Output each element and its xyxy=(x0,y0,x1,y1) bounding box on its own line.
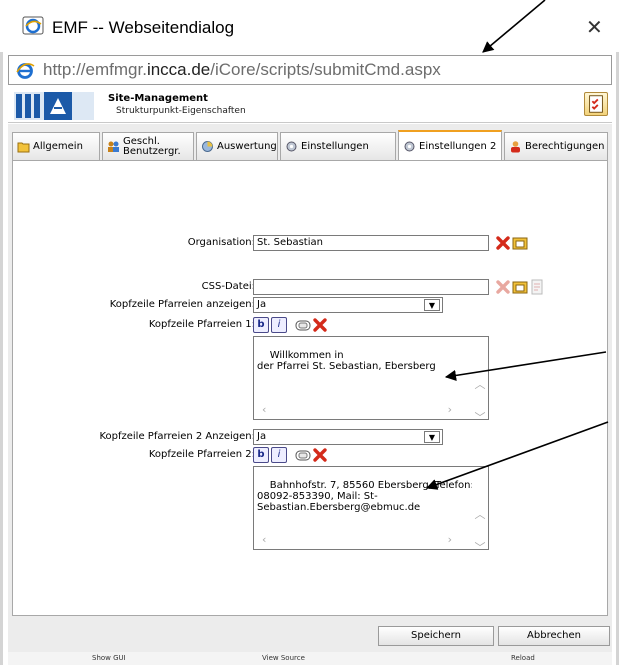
users-group-icon xyxy=(108,141,119,152)
horizontal-scrollbar[interactable]: ‹ › xyxy=(254,533,472,549)
horizontal-scrollbar[interactable]: ‹ › xyxy=(254,403,472,419)
address-url: http://emfmgr.incca.de/iCore/scripts/sub… xyxy=(43,60,441,79)
permissions-icon xyxy=(511,141,520,153)
address-domain: incca.de xyxy=(146,60,211,79)
link-icon[interactable] xyxy=(295,447,311,463)
italic-button[interactable]: i xyxy=(271,317,287,333)
close-icon[interactable]: ✕ xyxy=(586,15,603,39)
checklist-help-icon[interactable] xyxy=(584,92,608,116)
vertical-scrollbar[interactable]: ︿ ﹀ xyxy=(472,467,488,549)
kopfzeile-show-select[interactable]: Ja ▼ xyxy=(253,297,443,313)
kopfzeile-2-show-select[interactable]: Ja ▼ xyxy=(253,429,443,445)
window-title: EMF -- Webseitendialog xyxy=(52,18,235,37)
kopfzeile-2-label: Kopfzeile Pfarreien 2: xyxy=(148,449,255,460)
delete-icon[interactable] xyxy=(312,447,328,463)
delete-icon[interactable] xyxy=(495,235,511,251)
kopfzeile-1-label: Kopfzeile Pfarreien 1: xyxy=(148,319,255,330)
organisation-label: Organisation: xyxy=(187,237,255,248)
scroll-left-icon: ‹ xyxy=(262,403,267,416)
reload-link[interactable]: Reload xyxy=(511,654,535,662)
settings-icon xyxy=(286,141,297,152)
scroll-right-icon: › xyxy=(447,403,452,416)
browse-folder-icon[interactable] xyxy=(512,235,528,251)
settings-icon xyxy=(404,141,415,151)
chevron-down-icon: ▼ xyxy=(424,299,440,311)
vertical-scrollbar[interactable]: ︿ ﹀ xyxy=(472,337,488,419)
status-bar: Show GUI View Source Reload xyxy=(8,652,612,665)
css-file-input[interactable] xyxy=(253,279,489,295)
address-bar[interactable]: http://emfmgr.incca.de/iCore/scripts/sub… xyxy=(8,55,612,85)
tab-auswertung[interactable]: Auswertung xyxy=(196,132,278,160)
dialog-footer: Speichern Abbrechen xyxy=(8,626,612,648)
bold-button[interactable]: b xyxy=(253,317,269,333)
site-logo xyxy=(14,92,94,120)
scroll-down-icon: ﹀ xyxy=(474,411,486,420)
italic-button[interactable]: i xyxy=(271,447,287,463)
cancel-button[interactable]: Abbrechen xyxy=(498,626,610,646)
kopfzeile-1-textarea[interactable]: Willkommen in der Pfarrei St. Sebastian,… xyxy=(253,336,489,420)
kopfzeile-2-show-label: Kopfzeile Pfarreien 2 Anzeigen: xyxy=(99,431,255,442)
link-icon[interactable] xyxy=(295,317,311,333)
title-bar: EMF -- Webseitendialog ✕ xyxy=(0,0,619,52)
banner-title: Site-Management xyxy=(108,93,208,104)
css-file-label: CSS-Datei: xyxy=(201,281,255,292)
ie-icon xyxy=(16,63,35,79)
delete-icon[interactable] xyxy=(312,317,328,333)
scroll-down-icon: ﹀ xyxy=(474,541,486,550)
view-source-link[interactable]: View Source xyxy=(262,654,305,662)
scroll-right-icon: › xyxy=(447,533,452,546)
tab-einstellungen[interactable]: Einstellungen xyxy=(280,132,396,160)
kopfzeile-2-textarea[interactable]: Bahnhofstr. 7, 85560 Ebersberg, Telefon:… xyxy=(253,466,489,550)
scroll-up-icon: ︿ xyxy=(474,508,486,521)
delete-icon[interactable] xyxy=(495,279,511,295)
tab-geschl-benutzergr[interactable]: Geschl. Benutzergr. xyxy=(102,132,194,160)
document-icon[interactable] xyxy=(529,279,545,295)
window-left-edge xyxy=(0,0,3,665)
site-banner: Site-Management Strukturpunkt-Eigenschaf… xyxy=(8,87,612,123)
show-gui-link[interactable]: Show GUI xyxy=(92,654,126,662)
tab-einstellungen-2[interactable]: Einstellungen 2 xyxy=(398,130,502,160)
evaluation-icon xyxy=(202,141,213,152)
kopfzeile-show-label: Kopfzeile Pfarreien anzeigen: xyxy=(109,299,255,310)
folder-icon xyxy=(17,142,30,153)
browse-folder-icon[interactable] xyxy=(512,279,528,295)
bold-button[interactable]: b xyxy=(253,447,269,463)
scroll-up-icon: ︿ xyxy=(474,378,486,391)
banner-subtitle: Strukturpunkt-Eigenschaften xyxy=(116,106,246,116)
tab-bar: Allgemein Geschl. Benutzergr. Auswertung… xyxy=(12,130,610,160)
settings-panel: Organisation: St. Sebastian CSS-Datei: K… xyxy=(12,160,608,616)
tab-berechtigungen[interactable]: Berechtigungen xyxy=(504,132,608,160)
scroll-left-icon: ‹ xyxy=(262,533,267,546)
save-button[interactable]: Speichern xyxy=(378,626,494,646)
tab-allgemein[interactable]: Allgemein xyxy=(12,132,100,160)
organisation-input[interactable]: St. Sebastian xyxy=(253,235,489,251)
chevron-down-icon: ▼ xyxy=(424,431,440,443)
ie-window-icon xyxy=(22,16,44,35)
